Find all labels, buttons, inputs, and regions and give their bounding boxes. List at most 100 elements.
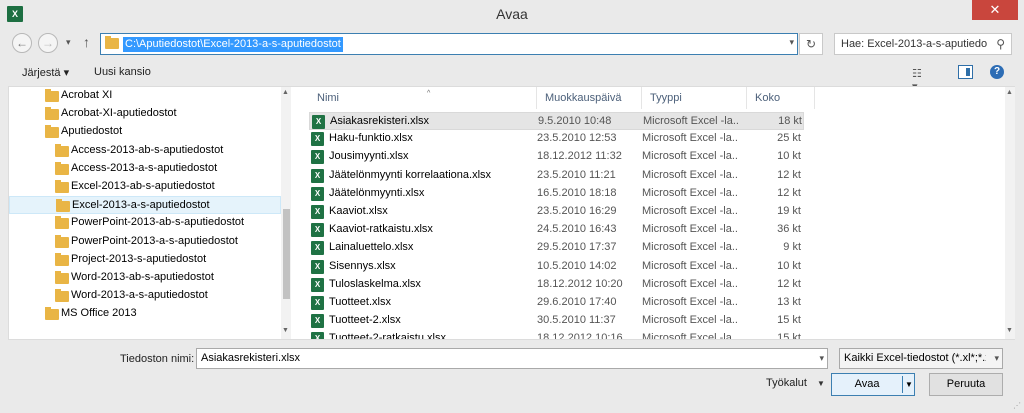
file-row[interactable]: X Sisennys.xlsx 10.5.2010 14:02 Microsoft E…	[309, 258, 804, 276]
file-modified: 30.5.2010 11:37	[537, 314, 616, 327]
tree-item[interactable]: Excel-2013-ab-s-aputiedostot	[9, 178, 281, 196]
file-name: Sisennys.xlsx	[329, 259, 396, 272]
title-bar: X Avaa ✕	[0, 0, 1024, 30]
resize-grip-icon[interactable]: ⋰	[1013, 401, 1021, 410]
folder-icon	[45, 89, 59, 102]
tree-item[interactable]: PowerPoint-2013-a-s-aputiedostot	[9, 233, 281, 251]
file-row[interactable]: X Haku-funktio.xlsx 23.5.2010 12:53 Microso…	[309, 130, 804, 148]
file-type-value: Kaikki Excel-tiedostot (*.xl*;*.xls	[844, 352, 986, 364]
column-header-type[interactable]: Tyyppi	[642, 87, 747, 109]
address-bar[interactable]: C:\Aputiedostot\Excel-2013-a-s-aputiedos…	[100, 33, 798, 55]
tree-item-label: PowerPoint-2013-a-s-aputiedostot	[71, 234, 238, 247]
file-row[interactable]: X Tuotteet.xlsx 29.6.2010 17:40 Microsoft E…	[309, 294, 804, 312]
back-arrow-icon[interactable]: ←	[12, 33, 32, 53]
chevron-down-icon[interactable]: ▼	[905, 380, 913, 389]
organize-menu[interactable]: Järjestä ▾	[22, 66, 69, 79]
up-arrow-icon[interactable]: ↑	[83, 34, 90, 50]
open-button[interactable]: Avaa ▼	[831, 373, 915, 396]
tree-item[interactable]: Acrobat XI	[9, 87, 281, 105]
column-header-modified[interactable]: Muokkauspäivä	[537, 87, 642, 109]
file-row[interactable]: X Kaaviot.xlsx 23.5.2010 16:29 Microsoft Ex…	[309, 203, 804, 221]
file-row[interactable]: X Lainaluettelo.xlsx 29.5.2010 17:37 Micros…	[309, 239, 804, 257]
scroll-down-icon[interactable]: ▼	[282, 327, 289, 334]
file-name: Jäätelönmyynti.xlsx	[329, 186, 425, 199]
column-header-size[interactable]: Koko	[747, 87, 815, 109]
tree-item-label: Access-2013-a-s-aputiedostot	[71, 161, 218, 174]
tree-item[interactable]: Access-2013-a-s-aputiedostot	[9, 160, 281, 178]
open-button-label[interactable]: Avaa	[832, 378, 902, 390]
excel-file-icon: X	[311, 168, 324, 183]
chevron-down-icon[interactable]: ▼	[817, 379, 825, 388]
excel-file-icon: X	[311, 296, 324, 310]
refresh-icon[interactable]: ↻	[799, 33, 823, 55]
file-type: Microsoft Excel -la...	[642, 277, 737, 290]
split-divider	[902, 376, 903, 393]
close-button[interactable]: ✕	[972, 0, 1018, 20]
chevron-down-icon[interactable]: ▾	[819, 353, 824, 364]
navigation-scrollbar[interactable]: ▲ ▼	[281, 87, 291, 339]
help-icon[interactable]: ?	[990, 65, 1004, 79]
folder-icon	[55, 271, 69, 284]
file-name: Kaaviot.xlsx	[329, 205, 388, 217]
scroll-up-icon[interactable]: ▲	[1006, 89, 1013, 96]
file-size: 12 kt	[777, 277, 801, 290]
recent-locations-icon[interactable]: ▾	[66, 37, 71, 48]
tree-item-label: Word-2013-a-s-aputiedostot	[71, 289, 208, 302]
preview-pane-icon[interactable]	[958, 65, 973, 79]
address-path[interactable]: C:\Aputiedostot\Excel-2013-a-s-aputiedos…	[123, 37, 343, 52]
scroll-up-icon[interactable]: ▲	[282, 89, 289, 96]
tools-menu[interactable]: Työkalut	[766, 377, 807, 389]
file-modified: 24.5.2010 16:43	[537, 223, 617, 236]
file-modified: 10.5.2010 14:02	[537, 259, 617, 272]
file-row[interactable]: X Tuloslaskelma.xlsx 18.12.2012 10:20 Micro…	[309, 276, 804, 294]
tree-item[interactable]: Acrobat-XI-aputiedostot	[9, 105, 281, 123]
scroll-down-icon[interactable]: ▼	[1006, 327, 1013, 334]
search-input[interactable]: Hae: Excel-2013-a-s-aputiedo... ⚲	[834, 33, 1012, 55]
filename-value[interactable]: Asiakasrekisteri.xlsx	[201, 352, 300, 364]
excel-file-icon: X	[311, 332, 324, 339]
chevron-down-icon[interactable]: ▾	[994, 353, 999, 364]
file-modified: 23.5.2010 11:21	[537, 168, 616, 181]
file-name: Haku-funktio.xlsx	[329, 132, 413, 145]
new-folder-button[interactable]: Uusi kansio	[94, 66, 151, 78]
file-row[interactable]: X Jousimyynti.xlsx 18.12.2012 11:32 Microso…	[309, 148, 804, 166]
tree-item[interactable]: Project-2013-s-aputiedostot	[9, 251, 281, 269]
excel-file-icon: X	[311, 186, 324, 201]
tree-item[interactable]: Word-2013-a-s-aputiedostot	[9, 287, 281, 305]
excel-file-icon: X	[311, 223, 324, 238]
tree-item[interactable]: PowerPoint-2013-ab-s-aputiedostot	[9, 214, 281, 232]
file-row[interactable]: X Jäätelönmyynti.xlsx 16.5.2010 18:18 Micro…	[309, 185, 804, 203]
chevron-down-icon[interactable]: ▾	[789, 37, 794, 48]
tree-item[interactable]: MS Office 2013	[9, 305, 281, 323]
view-options-icon[interactable]: ☷ ▾	[912, 67, 926, 93]
scrollbar-thumb[interactable]	[283, 209, 290, 299]
file-row[interactable]: X Asiakasrekisteri.xlsx 9.5.2010 10:48 Micr…	[309, 112, 804, 130]
tree-item[interactable]: Word-2013-ab-s-aputiedostot	[9, 269, 281, 287]
column-header-name[interactable]: ^ Nimi	[309, 87, 537, 109]
file-name: Tuotteet-2.xlsx	[329, 314, 401, 327]
folder-icon	[105, 36, 119, 49]
file-type: Microsoft Excel -la...	[642, 132, 737, 145]
file-type: Microsoft Excel -la...	[642, 186, 737, 199]
file-row[interactable]: X Tuotteet-2-ratkaistu.xlsx 18.12.2012 10:…	[309, 330, 804, 339]
file-list-scrollbar[interactable]: ▲ ▼	[1005, 87, 1015, 339]
tree-item-label: Acrobat-XI-aputiedostot	[61, 107, 177, 120]
forward-arrow-icon[interactable]: →	[38, 33, 58, 53]
folder-icon	[45, 107, 59, 121]
file-type-filter[interactable]: Kaikki Excel-tiedostot (*.xl*;*.xls ▾	[839, 348, 1003, 369]
filename-field[interactable]: Asiakasrekisteri.xlsx ▾	[196, 348, 828, 369]
file-row[interactable]: X Tuotteet-2.xlsx 30.5.2010 11:37 Microsoft…	[309, 312, 804, 330]
file-name: Tuotteet-2-ratkaistu.xlsx	[329, 332, 446, 339]
file-name: Tuotteet.xlsx	[329, 296, 391, 308]
tree-item-label: Word-2013-ab-s-aputiedostot	[71, 271, 214, 283]
tree-item[interactable]: Excel-2013-a-s-aputiedostot	[9, 196, 281, 215]
file-row[interactable]: X Jäätelönmyynti korrelaationa.xlsx 23.5.2…	[309, 167, 804, 185]
tree-item[interactable]: Aputiedostot	[9, 123, 281, 141]
file-row[interactable]: X Kaaviot-ratkaistu.xlsx 24.5.2010 16:43 Mi…	[309, 221, 804, 239]
file-type: Microsoft Excel -la...	[642, 168, 737, 181]
file-type: Microsoft Excel -la...	[642, 259, 737, 272]
search-icon[interactable]: ⚲	[996, 37, 1005, 51]
sort-ascending-icon: ^	[427, 90, 431, 97]
tree-item[interactable]: Access-2013-ab-s-aputiedostot	[9, 142, 281, 160]
cancel-button[interactable]: Peruuta	[929, 373, 1003, 396]
